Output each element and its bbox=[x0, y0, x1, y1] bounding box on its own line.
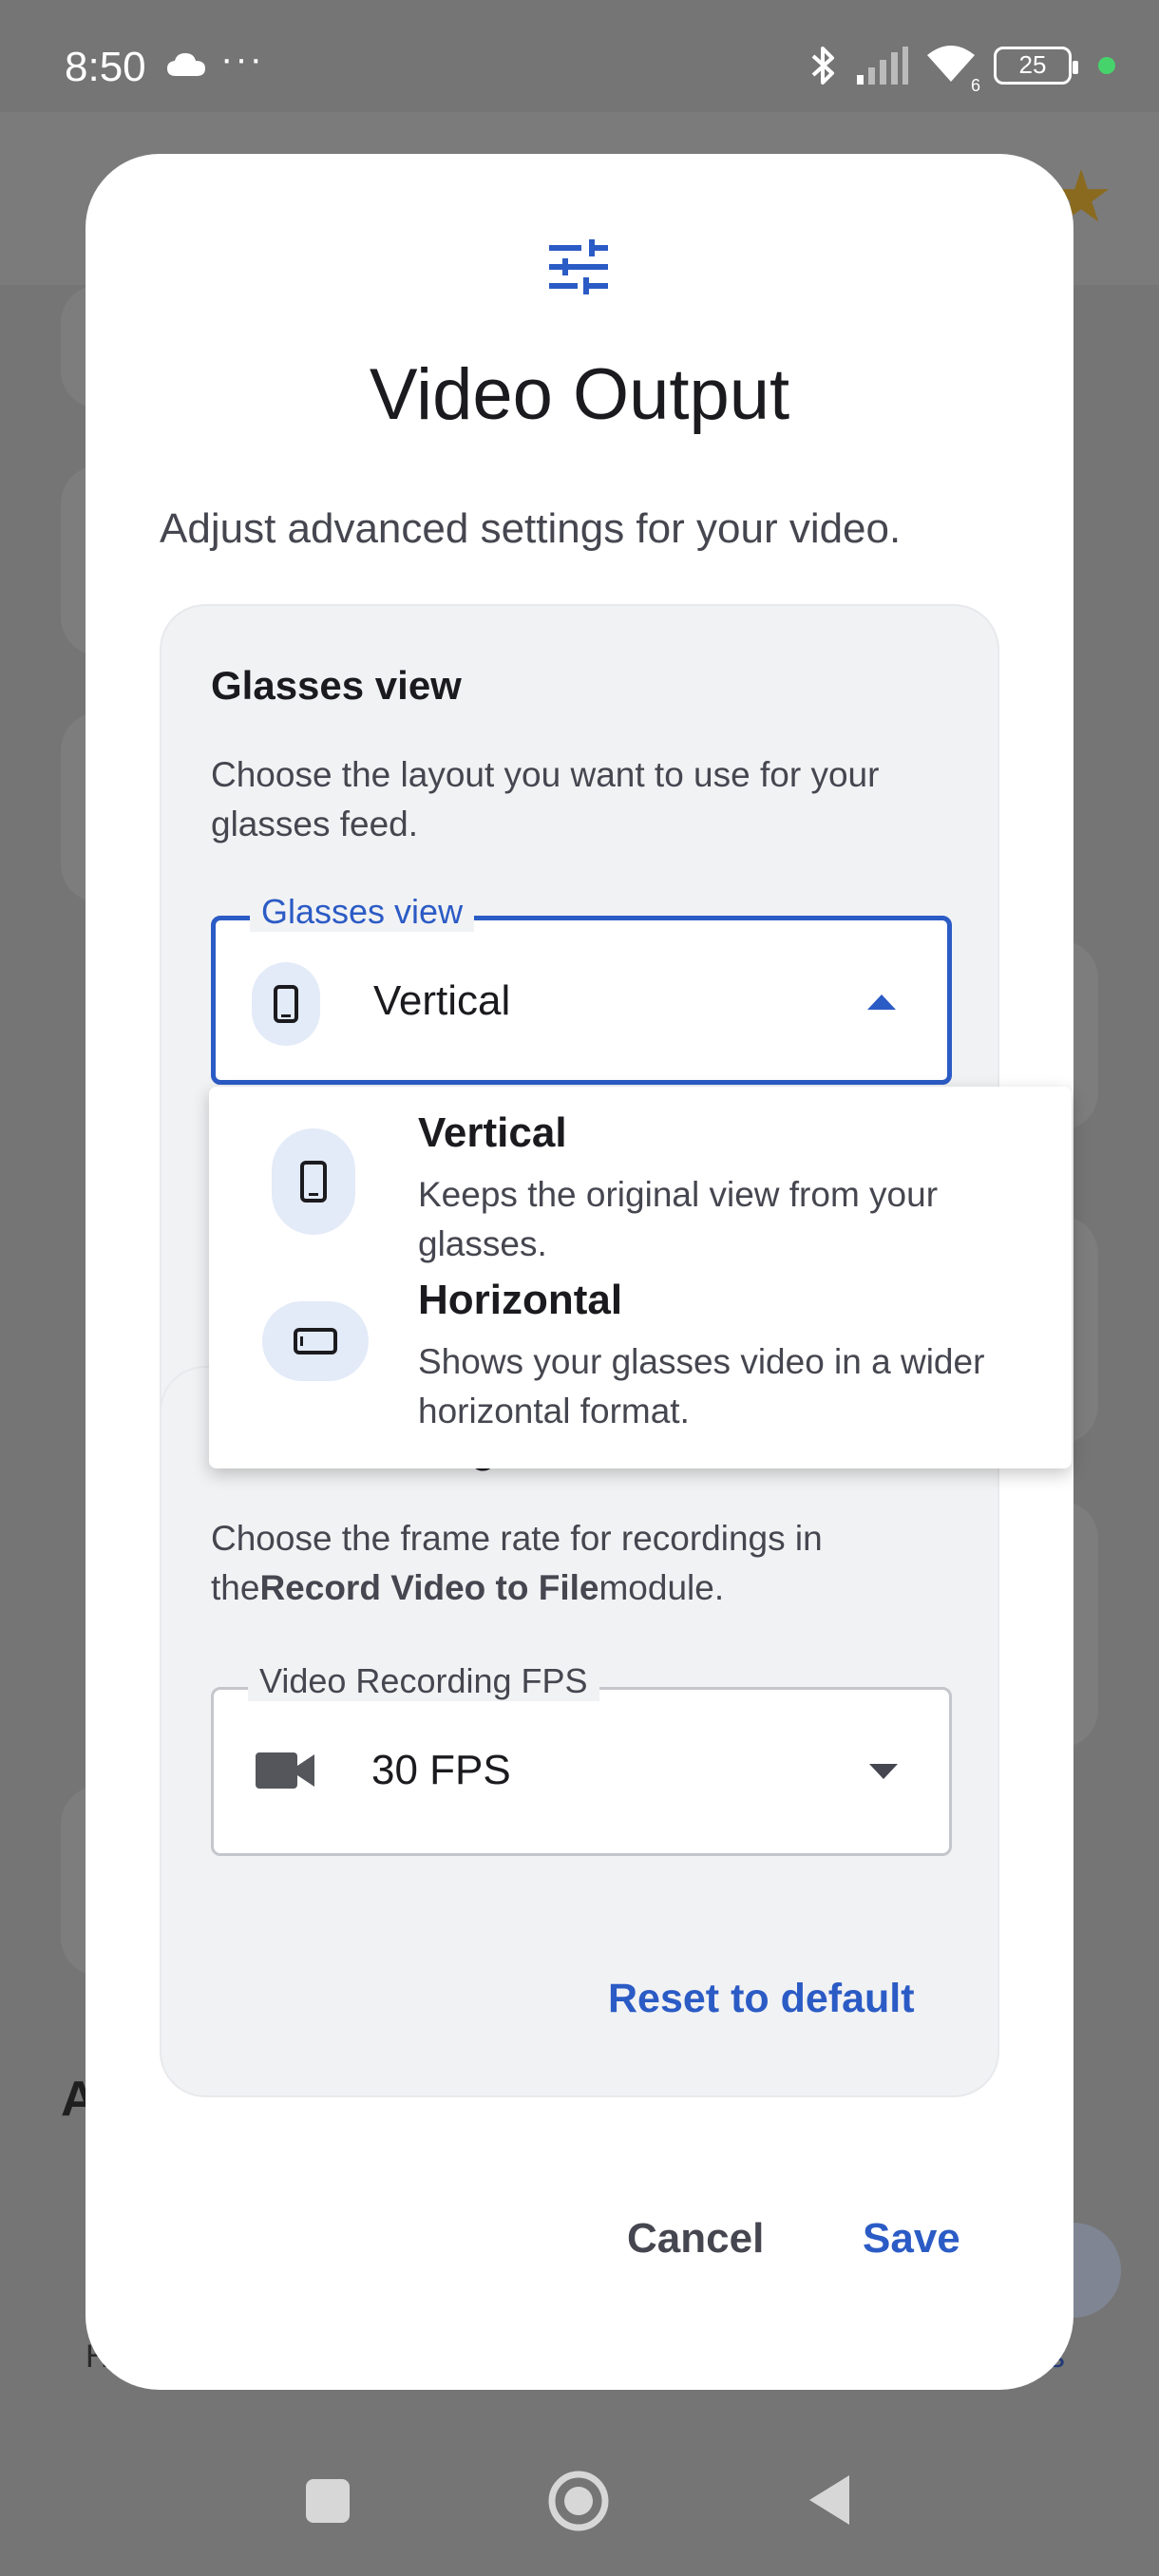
glasses-view-select[interactable]: Glasses view Vertical bbox=[211, 892, 952, 1085]
menu-item-description: Keeps the original view from your glasse… bbox=[418, 1175, 939, 1263]
chevron-down-icon[interactable] bbox=[867, 1762, 900, 1781]
status-time: 8:50 bbox=[65, 44, 146, 90]
status-bar: 8:50 ··· 6 25 bbox=[0, 0, 1159, 135]
system-navigation-bar bbox=[0, 2432, 1159, 2576]
privacy-indicator-dot bbox=[1098, 56, 1115, 74]
reset-to-default-button[interactable]: Reset to default bbox=[608, 1976, 915, 2022]
fps-selected-value: 30 FPS bbox=[371, 1747, 511, 1793]
phone-landscape-icon bbox=[262, 1301, 369, 1381]
status-icons: 6 25 bbox=[809, 42, 1115, 95]
menu-item-title: Vertical bbox=[418, 1109, 567, 1156]
battery-level: 25 bbox=[1018, 50, 1047, 79]
video-recording-fps-section: g Choose the frame rate for recordings i… bbox=[160, 1366, 999, 2097]
cloud-icon bbox=[167, 53, 205, 76]
menu-item-title: Horizontal bbox=[418, 1277, 623, 1323]
home-circle-icon[interactable] bbox=[547, 2470, 610, 2532]
save-button[interactable]: Save bbox=[863, 2215, 960, 2263]
video-recording-fps-select[interactable]: Video Recording FPS 30 FPS bbox=[211, 1661, 952, 1856]
glasses-view-heading: Glasses view bbox=[211, 663, 462, 708]
signal-icon bbox=[857, 46, 908, 85]
back-triangle-icon[interactable] bbox=[808, 2473, 851, 2527]
glasses-view-dropdown-menu: Vertical Keeps the original view from yo… bbox=[209, 1087, 1072, 1468]
fps-description-module: Record Video to File bbox=[259, 1568, 599, 1607]
videocam-icon bbox=[256, 1752, 314, 1789]
wifi-icon: 6 bbox=[925, 42, 980, 95]
battery-icon: 25 bbox=[994, 46, 1078, 85]
dialog-subtitle: Adjust advanced settings for your video. bbox=[160, 505, 902, 552]
more-notifications-icon: ··· bbox=[220, 38, 264, 80]
wifi-badge: 6 bbox=[970, 76, 980, 95]
dialog-title: Video Output bbox=[369, 354, 790, 435]
fps-description-suffix: module. bbox=[598, 1568, 725, 1607]
phone-portrait-icon bbox=[272, 1128, 355, 1235]
bluetooth-icon bbox=[811, 46, 834, 85]
glasses-view-selected-value: Vertical bbox=[373, 977, 511, 1024]
fps-field-label: Video Recording FPS bbox=[248, 1661, 599, 1701]
menu-item-horizontal[interactable]: Horizontal Shows your glasses video in a… bbox=[209, 1277, 1072, 1444]
chevron-up-icon[interactable] bbox=[865, 993, 898, 1012]
tune-sliders-icon bbox=[549, 239, 608, 294]
phone-portrait-icon bbox=[252, 962, 320, 1046]
menu-item-description: Shows your glasses video in a wider hori… bbox=[418, 1342, 985, 1430]
glasses-view-field-label: Glasses view bbox=[250, 892, 475, 932]
menu-item-vertical[interactable]: Vertical Keeps the original view from yo… bbox=[209, 1109, 1072, 1277]
fps-description: Choose the frame rate for recordings in … bbox=[211, 1514, 961, 1613]
glasses-view-description: Choose the layout you want to use for yo… bbox=[211, 755, 880, 843]
cancel-button[interactable]: Cancel bbox=[627, 2215, 764, 2263]
recents-square-icon[interactable] bbox=[306, 2479, 350, 2523]
